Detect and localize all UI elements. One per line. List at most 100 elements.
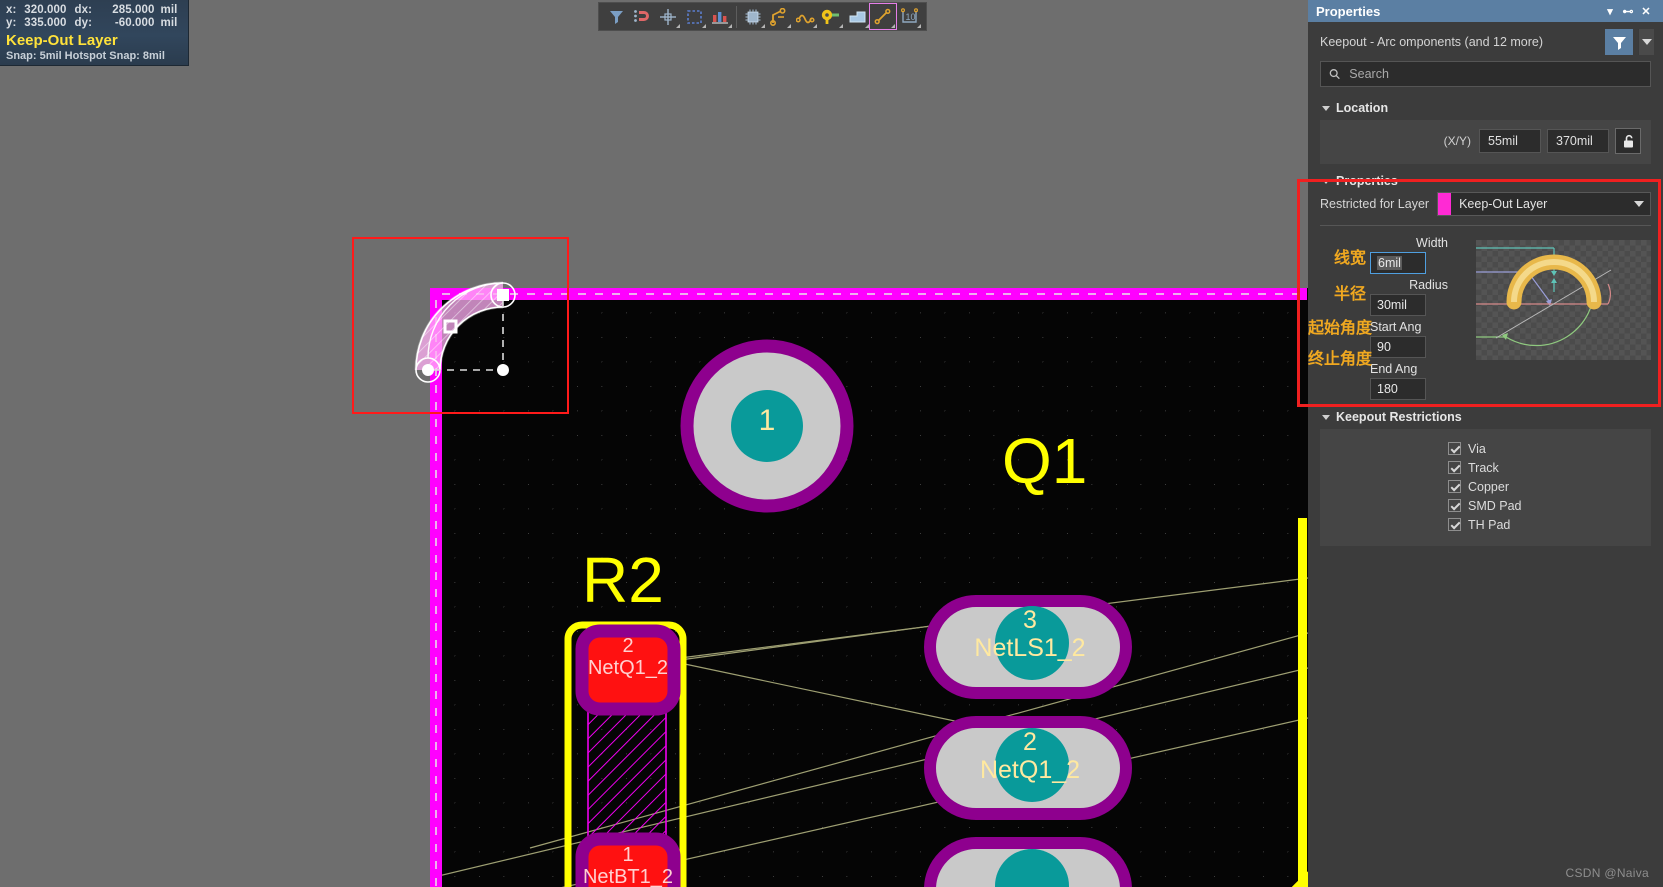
properties-object-header: Keepout - Arc omponents (and 12 more): [1308, 22, 1663, 61]
filter-button[interactable]: [1605, 29, 1633, 55]
end-angle-value: 180: [1377, 382, 1398, 396]
triangle-collapse-icon[interactable]: [1322, 178, 1330, 184]
arc-icon[interactable]: [869, 3, 897, 30]
pad-graphic-q1-2: [924, 716, 1132, 820]
filter-icon[interactable]: [603, 4, 629, 29]
keepout-item-smd-pad[interactable]: SMD Pad: [1330, 496, 1641, 515]
hud-dx-key: dx:: [74, 4, 93, 16]
crosshair-icon[interactable]: [655, 4, 681, 29]
hud-dy-unit: mil: [160, 17, 178, 29]
chevron-down-icon[interactable]: [761, 24, 765, 28]
watermark: CSDN @Naiva: [1565, 866, 1649, 880]
dimension-icon[interactable]: 10: [896, 4, 922, 29]
chevron-down-icon[interactable]: [813, 24, 817, 28]
keepout-restrictions-section: Keepout Restrictions Via Track Copper SM…: [1308, 404, 1663, 546]
chevron-down-icon[interactable]: [702, 24, 706, 28]
arc-properties-section: Properties Restricted for Layer Keep-Out…: [1308, 170, 1663, 400]
xy-label: (X/Y): [1443, 134, 1471, 148]
filter-icon: [1612, 36, 1626, 50]
keepout-label-th-pad: TH Pad: [1468, 517, 1511, 532]
checkbox-track[interactable]: [1448, 461, 1461, 474]
arc-preview-diagram: [1476, 240, 1651, 360]
chevron-down-icon[interactable]: [917, 24, 921, 28]
location-header-label: Location: [1336, 101, 1389, 115]
chevron-down-icon[interactable]: [1634, 201, 1644, 207]
width-input[interactable]: 6mil: [1370, 252, 1426, 274]
start-angle-value: 90: [1377, 340, 1391, 354]
selected-object-label: Keepout - Arc omponents (and 12 more): [1320, 35, 1544, 49]
chevron-down-icon[interactable]: [1641, 39, 1652, 45]
checkbox-copper[interactable]: [1448, 480, 1461, 493]
end-angle-input[interactable]: 180: [1370, 378, 1426, 400]
location-x-input[interactable]: 55mil: [1479, 129, 1541, 153]
keepout-item-track[interactable]: Track: [1330, 458, 1641, 477]
coordinate-hud: x: 320.000 dx: 285.000 mil y: 335.000 dy…: [0, 0, 189, 66]
divider: [1320, 225, 1651, 226]
pcb-board-area[interactable]: 1 2 NetQ1_2 1 NetBT1_2 3 NetLS1_2 2 NetQ1_2 …: [430, 288, 1308, 887]
magnet-icon[interactable]: [629, 4, 655, 29]
component-r2-graphic: [564, 621, 687, 887]
annotation-radius-cn: 半径: [1334, 284, 1367, 303]
hud-dx-unit: mil: [160, 4, 178, 16]
layer-stack-icon[interactable]: [707, 4, 733, 29]
triangle-collapse-icon[interactable]: [1322, 414, 1330, 420]
annotation-width-cn: 线宽: [1334, 248, 1367, 267]
arc-header-label: Properties: [1336, 174, 1398, 188]
checkbox-via[interactable]: [1448, 442, 1461, 455]
close-icon[interactable]: ✕: [1637, 5, 1655, 18]
arc-section-header[interactable]: Properties: [1308, 168, 1410, 193]
keepout-section-header[interactable]: Keepout Restrictions: [1308, 404, 1663, 429]
pcb-graphics: [430, 339, 1308, 887]
triangle-collapse-icon[interactable]: [1322, 105, 1330, 111]
filter-dropdown-button[interactable]: [1638, 29, 1654, 55]
board-outline-dash-horizontal: [442, 293, 1307, 295]
hud-y-value: 335.000: [24, 17, 67, 29]
chevron-down-icon[interactable]: [728, 24, 732, 28]
search-icon: [1329, 69, 1340, 80]
keepout-item-via[interactable]: Via: [1330, 439, 1641, 458]
layer-select[interactable]: Keep-Out Layer: [1437, 192, 1651, 216]
toolbar-separator: [736, 5, 737, 28]
start-angle-input[interactable]: 90: [1370, 336, 1426, 358]
selected-keepout-arc[interactable]: [405, 275, 535, 395]
hud-dy-key: dy:: [74, 17, 93, 29]
annotation-start-angle-cn: 起始角度: [1308, 318, 1373, 337]
component-icon[interactable]: [740, 4, 766, 29]
selection-rect-icon[interactable]: [681, 4, 707, 29]
restricted-layer-row: Restricted for Layer Keep-Out Layer: [1308, 192, 1663, 216]
hud-snap-info: Snap: 5mil Hotspot Snap: 8mil: [6, 50, 165, 62]
hud-active-layer: Keep-Out Layer: [6, 32, 118, 49]
chevron-down-icon[interactable]: ▾: [1601, 5, 1619, 18]
search-input[interactable]: [1347, 66, 1642, 82]
chevron-down-icon[interactable]: [676, 24, 680, 28]
keepout-header-label: Keepout Restrictions: [1336, 410, 1462, 424]
chevron-down-icon[interactable]: [839, 24, 843, 28]
differential-pair-icon[interactable]: [792, 4, 818, 29]
lock-button[interactable]: [1615, 128, 1641, 154]
location-section-body: (X/Y) 55mil 370mil: [1320, 120, 1651, 164]
checkbox-smd-pad[interactable]: [1448, 499, 1461, 512]
location-y-input[interactable]: 370mil: [1547, 129, 1609, 153]
chevron-down-icon[interactable]: [787, 24, 791, 28]
polygon-pour-icon[interactable]: [844, 4, 870, 29]
pcb-canvas[interactable]: 1 2 NetQ1_2 1 NetBT1_2 3 NetLS1_2 2 NetQ1_2 …: [0, 0, 1308, 887]
search-box[interactable]: [1320, 61, 1651, 87]
chevron-down-icon[interactable]: [865, 24, 869, 28]
route-icon[interactable]: [766, 4, 792, 29]
keepout-label-copper: Copper: [1468, 479, 1509, 494]
properties-titlebar: Properties ▾ ⊷ ✕: [1308, 0, 1663, 22]
pad-graphic-1: [680, 339, 854, 513]
keepout-item-copper[interactable]: Copper: [1330, 477, 1641, 496]
checkbox-th-pad[interactable]: [1448, 518, 1461, 531]
radius-input[interactable]: 30mil: [1370, 294, 1426, 316]
hud-y-key: y:: [6, 17, 17, 29]
via-icon[interactable]: [818, 4, 844, 29]
chevron-down-icon[interactable]: [891, 24, 895, 28]
app-root: 1 2 NetQ1_2 1 NetBT1_2 3 NetLS1_2 2 NetQ1_2 …: [0, 0, 1663, 887]
keepout-section-body: Via Track Copper SMD Pad TH Pad: [1320, 429, 1651, 546]
keepout-item-th-pad[interactable]: TH Pad: [1330, 515, 1641, 534]
location-section-header[interactable]: Location: [1308, 95, 1663, 120]
pin-icon[interactable]: ⊷: [1619, 5, 1637, 18]
pcb-toolbar[interactable]: 10: [598, 2, 927, 31]
lock-open-icon: [1623, 134, 1633, 147]
